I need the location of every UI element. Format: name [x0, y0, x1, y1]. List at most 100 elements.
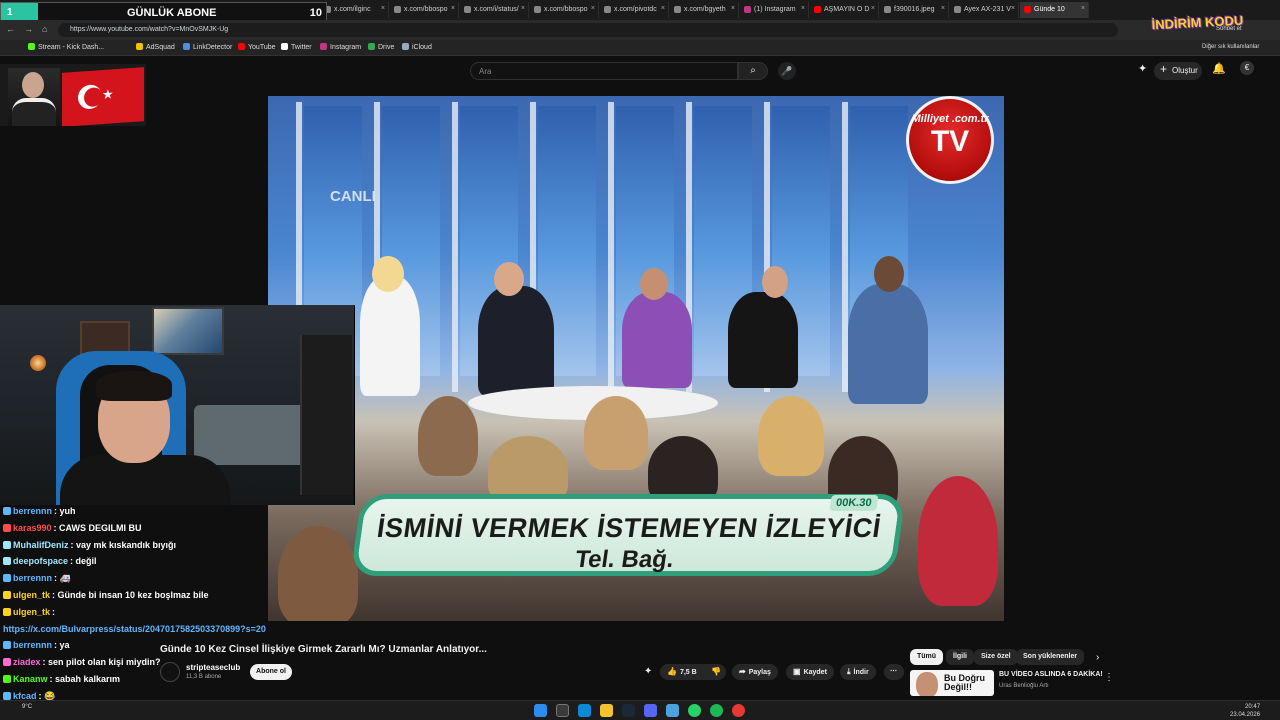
browser-tab[interactable]: x.com/bbospo ×	[530, 2, 599, 18]
bookmark-item[interactable]: iCloud	[402, 43, 432, 51]
forward-icon[interactable]: →	[24, 24, 33, 34]
channel-avatar[interactable]	[160, 662, 180, 682]
chat-username[interactable]: ziadex	[13, 657, 41, 667]
filter-chip[interactable]: Son yüklenenler	[1016, 649, 1085, 665]
chevron-right-icon[interactable]: ›	[1096, 652, 1099, 663]
bookmark-label: Twitter	[291, 44, 312, 51]
chat-username[interactable]: ulgen_tk	[13, 607, 50, 617]
chat-username[interactable]: berrennn	[13, 573, 52, 583]
close-tab-icon[interactable]: ×	[1081, 5, 1085, 12]
whatsapp-icon[interactable]	[688, 704, 701, 717]
bookmark-item[interactable]: Drive	[368, 43, 394, 51]
channel-subscribers: 11,3 B abone	[186, 674, 222, 680]
caption-line-1: İSMİNİ VERMEK İSTEMEYEN İZLEYİCİ	[375, 513, 883, 543]
spotify-icon[interactable]	[710, 704, 723, 717]
chat-username[interactable]: berrennn	[13, 640, 52, 650]
edge-icon[interactable]	[578, 704, 591, 717]
channel-name[interactable]: stripteaseclub	[186, 663, 240, 672]
tab-label: x.com/bgyeth	[684, 6, 726, 13]
studio-pillar	[608, 102, 614, 392]
video-player[interactable]: CANLI Milliyet .com.tr TV 00K.30 İSMİNİ …	[268, 96, 1004, 621]
browser-tab[interactable]: x.com/bgyeth ×	[670, 2, 739, 18]
close-tab-icon[interactable]: ×	[661, 5, 665, 12]
close-tab-icon[interactable]: ×	[731, 5, 735, 12]
browser-tab[interactable]: Ayex AX-231 V ×	[950, 2, 1019, 18]
recommended-channel[interactable]: Uras Benlioğlu Artı	[999, 683, 1049, 689]
chat-badge-icon	[3, 557, 11, 566]
app-icon[interactable]	[666, 704, 679, 717]
browser-tab[interactable]: f390016.jpeg ×	[880, 2, 949, 18]
subscribe-button[interactable]: Abone ol	[250, 664, 292, 680]
chat-badge-icon	[3, 574, 11, 583]
tab-label: x.com/bbospo	[544, 6, 588, 13]
gemini-ask-icon[interactable]: ✦	[644, 666, 652, 677]
browser-tab[interactable]: x.com/pivotdc ×	[600, 2, 669, 18]
bookmark-item[interactable]: AdSquad	[136, 43, 175, 51]
back-icon[interactable]: ←	[6, 24, 15, 34]
browser-tab[interactable]: (1) Instagram ×	[740, 2, 809, 18]
obs-icon[interactable]	[732, 704, 745, 717]
bookmark-item[interactable]: Stream - Kick Dash...	[28, 43, 104, 51]
browser-tab[interactable]: AŞMAYIN O D ×	[810, 2, 879, 18]
avatar[interactable]: €	[1240, 61, 1254, 75]
chat-text: Günde bi insan 10 kez boşlmaz bile	[57, 590, 209, 600]
browser-tab[interactable]: x.com/i/status/×	[460, 2, 529, 18]
notifications-icon[interactable]: 🔔	[1212, 62, 1226, 75]
streamer-hair	[96, 371, 172, 401]
browser-tab[interactable]: x.com/bbospo ×	[390, 2, 459, 18]
close-tab-icon[interactable]: ×	[941, 5, 945, 12]
bookmark-item[interactable]: LinkDetector	[183, 43, 232, 51]
close-tab-icon[interactable]: ×	[871, 5, 875, 12]
more-vert-icon[interactable]: ⋮	[1104, 672, 1114, 683]
search-button[interactable]: ⌕	[738, 62, 768, 80]
close-tab-icon[interactable]: ×	[451, 5, 455, 12]
bookmark-item[interactable]: Twitter	[281, 43, 312, 51]
browser-tab[interactable]: Günde 10 ×	[1020, 2, 1089, 18]
gemini-icon[interactable]: ✦	[1138, 62, 1147, 75]
search-taskbar-icon[interactable]	[556, 704, 569, 717]
chat-username[interactable]: karas990	[13, 523, 52, 533]
chat-username[interactable]: Kananw	[13, 674, 48, 684]
bookmark-icon	[402, 43, 409, 50]
steam-icon[interactable]	[622, 704, 635, 717]
chat-username[interactable]: MuhalifDeniz	[13, 540, 69, 550]
close-tab-icon[interactable]: ×	[521, 5, 525, 12]
weather-widget[interactable]: 9°C	[22, 704, 32, 710]
share-button[interactable]: ➦ Paylaş	[732, 664, 778, 680]
flag-portrait-overlay: ★	[0, 64, 146, 126]
close-tab-icon[interactable]: ×	[591, 5, 595, 12]
chat-username[interactable]: berrennn	[13, 506, 52, 516]
create-button[interactable]: + Oluştur	[1154, 62, 1202, 80]
browser-tab[interactable]: x.com/ilginc ×	[320, 2, 389, 18]
filter-chip[interactable]: Tümü	[910, 649, 944, 665]
download-button[interactable]: ⤓ İndir	[840, 664, 876, 680]
guest-2-head	[494, 262, 524, 296]
recommended-thumbnail[interactable]: Bu Doğru Değil!!	[910, 670, 994, 696]
close-tab-icon[interactable]: ×	[801, 5, 805, 12]
bookmark-icon	[320, 43, 327, 50]
bookmark-item[interactable]: YouTube	[238, 43, 276, 51]
filter-chip[interactable]: Size özel	[974, 649, 1018, 665]
more-actions-button[interactable]: ⋯	[884, 664, 904, 680]
close-tab-icon[interactable]: ×	[381, 5, 385, 12]
bookmarks-bar: Diğer sık kullanılanlar Stream - Kick Da…	[0, 40, 1280, 56]
discord-icon[interactable]	[644, 704, 657, 717]
bookmark-item[interactable]: Instagram	[320, 43, 361, 51]
mic-icon[interactable]: 🎤	[778, 62, 796, 80]
folder-icon[interactable]	[600, 704, 613, 717]
portrait-face	[22, 72, 44, 98]
chat-username[interactable]: deepofspace	[13, 556, 68, 566]
url-field[interactable]: https://www.youtube.com/watch?v=MnOvSMJK…	[58, 23, 1118, 37]
home-icon[interactable]: ⌂	[42, 24, 47, 34]
close-tab-icon[interactable]: ×	[1011, 5, 1015, 12]
dislike-button[interactable]: 👎	[704, 664, 726, 680]
clock[interactable]: 20:47 23.04.2026	[1230, 703, 1260, 719]
audience-member	[918, 476, 998, 606]
start-icon[interactable]	[534, 704, 547, 717]
recommended-title[interactable]: BU VİDEO ASLINDA 6 DAKİKA!	[999, 671, 1103, 678]
chat-username[interactable]: ulgen_tk	[13, 590, 50, 600]
save-button[interactable]: ▣ Kaydet	[786, 664, 834, 680]
filter-chip[interactable]: İlgili	[946, 649, 974, 665]
chat-link[interactable]: https://x.com/Bulvarpress/status/2047017…	[3, 624, 266, 634]
search-input[interactable]: Ara	[470, 62, 738, 80]
